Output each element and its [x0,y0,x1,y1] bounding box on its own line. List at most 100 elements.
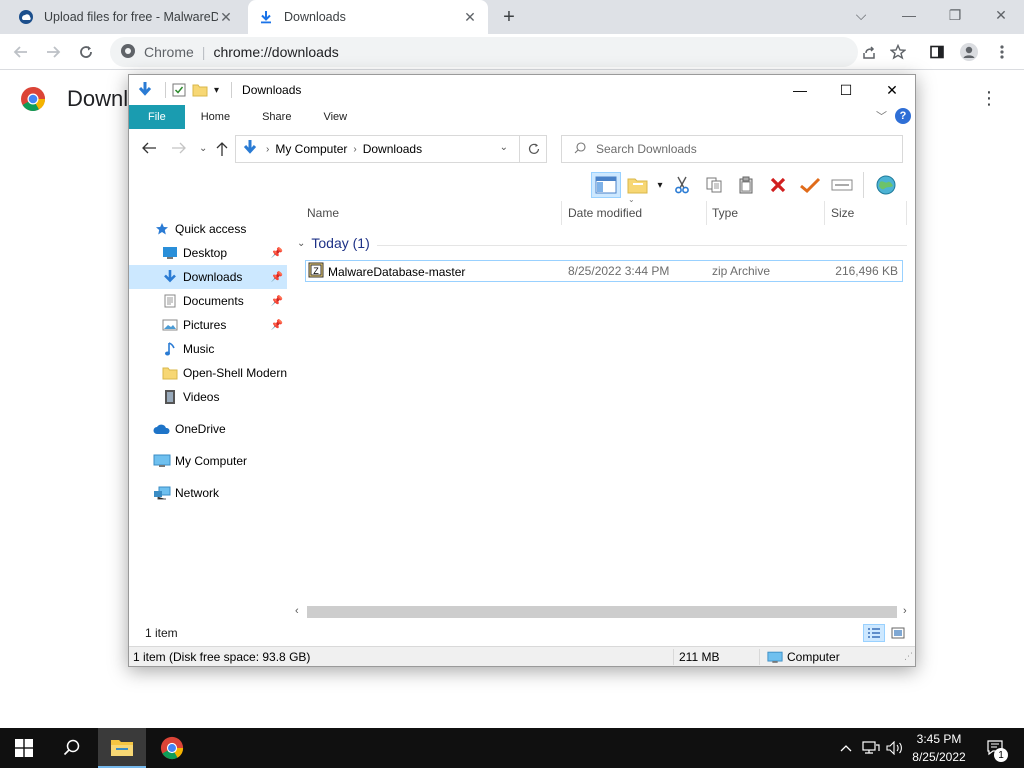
notification-center-button[interactable]: 1 [980,728,1012,768]
side-panel-button[interactable] [924,39,950,65]
nav-item-network[interactable]: Network [129,481,287,505]
bookmark-button[interactable] [885,39,911,65]
tab-view[interactable]: View [307,105,363,129]
column-header-date[interactable]: Date modified ⌄ [564,195,707,225]
network-status-icon[interactable] [860,728,882,768]
pin-icon[interactable]: 📌 [271,272,283,283]
search-input[interactable]: Search Downloads [561,135,903,163]
close-tab-icon[interactable]: ✕ [218,9,234,25]
close-window-button[interactable]: ✕ [869,75,915,105]
close-window-button[interactable]: ✕ [978,0,1024,30]
globe-icon[interactable] [871,172,901,198]
picture-icon [161,317,179,333]
rename-icon[interactable] [827,172,857,198]
profile-button[interactable] [956,39,982,65]
new-folder-icon[interactable] [192,83,208,97]
address-dropdown-icon[interactable]: ⌄ [500,142,508,153]
browser-tab-malwaredatabase[interactable]: Upload files for free - MalwareDa ✕ [8,0,244,34]
tab-home[interactable]: Home [185,105,246,129]
scrollbar-thumb[interactable] [307,606,897,618]
download-folder-icon[interactable] [137,81,153,99]
tab-search-icon[interactable]: ⌵ [838,0,884,30]
start-button[interactable] [0,728,48,768]
nav-item-music[interactable]: Music [129,337,287,361]
search-button[interactable] [48,728,96,768]
minimize-button[interactable]: — [777,75,823,105]
minimize-button[interactable]: — [886,0,932,30]
nav-label: Pictures [183,318,227,332]
forward-button[interactable] [40,39,66,65]
help-icon[interactable]: ? [895,108,911,124]
forward-button[interactable] [171,141,187,158]
share-button[interactable] [856,39,882,65]
up-button[interactable] [215,141,229,160]
customize-dropdown-icon[interactable]: ▾ [214,85,219,96]
page-menu-icon[interactable]: ⋮ [980,88,998,109]
browser-tab-downloads[interactable]: Downloads ✕ [248,0,488,34]
notification-badge: 1 [994,748,1008,762]
properties-icon[interactable] [172,83,186,97]
nav-label: Open-Shell Modern [182,366,287,380]
nav-item-videos[interactable]: Videos [129,385,287,409]
pin-icon[interactable]: 📌 [271,320,283,331]
checkmark-icon[interactable] [795,172,825,198]
taskbar-chrome[interactable] [148,728,196,768]
back-button[interactable] [141,141,157,158]
maximize-button[interactable]: ☐ [823,75,869,105]
nav-item-my-computer[interactable]: My Computer [129,449,287,473]
new-tab-button[interactable]: + [498,6,520,28]
nav-item-desktop[interactable]: Desktop 📌 [129,241,287,265]
breadcrumb-separator-icon[interactable]: › [266,144,269,155]
column-header-type[interactable]: Type [708,201,825,225]
scroll-left-icon[interactable]: ‹ [295,605,299,617]
resize-grip-icon[interactable]: ⋰ [904,651,913,662]
chrome-menu-button[interactable] [989,39,1015,65]
file-row[interactable]: Z MalwareDatabase-master 8/25/2022 3:44 … [305,260,903,282]
volume-icon[interactable] [884,728,906,768]
group-header-today[interactable]: ⌄ Today (1) [297,235,370,251]
refresh-button[interactable] [519,135,547,163]
large-icons-view-icon[interactable] [887,624,909,642]
breadcrumb-downloads[interactable]: Downloads [363,142,422,156]
cut-icon[interactable] [667,172,697,198]
dropdown-icon[interactable]: ▾ [655,172,665,198]
system-clock[interactable]: 3:45 PM 8/25/2022 [908,730,970,766]
nav-item-documents[interactable]: Documents 📌 [129,289,287,313]
nav-item-onedrive[interactable]: OneDrive [129,417,287,441]
paste-icon[interactable] [731,172,761,198]
address-bar[interactable]: › My Computer › Downloads ⌄ [235,135,547,163]
close-tab-icon[interactable]: ✕ [462,9,478,25]
column-header-name[interactable]: Name [303,201,562,225]
back-button[interactable] [8,39,34,65]
restore-button[interactable]: ❐ [932,0,978,30]
delete-icon[interactable] [763,172,793,198]
scroll-right-icon[interactable]: › [903,605,907,617]
arrow-left-icon [142,142,156,154]
nav-item-quick-access[interactable]: Quick access [129,217,287,241]
column-header-size[interactable]: Size [827,201,907,225]
share-icon [863,46,875,59]
horizontal-scrollbar[interactable]: ‹ › [295,605,913,619]
breadcrumb-separator-icon[interactable]: › [353,144,356,155]
reload-button[interactable] [73,39,99,65]
details-view-icon[interactable] [863,624,885,642]
expand-ribbon-icon[interactable]: ﹀ [876,108,887,124]
nav-item-open-shell[interactable]: Open-Shell Modern [129,361,287,385]
breadcrumb-my-computer[interactable]: My Computer [275,142,347,156]
tab-share[interactable]: Share [246,105,307,129]
tab-file[interactable]: File [129,105,185,129]
pin-icon[interactable]: 📌 [271,248,283,259]
taskbar-file-explorer[interactable] [98,728,146,768]
recent-locations-icon[interactable]: ⌄ [199,143,207,154]
pin-icon[interactable]: 📌 [271,296,283,307]
status-bar: 1 item (Disk free space: 93.8 GB) 211 MB… [129,646,915,666]
column-label: Size [831,206,855,220]
navigation-pane-icon[interactable] [591,172,621,198]
collapse-group-icon[interactable]: ⌄ [297,238,305,249]
omnibox[interactable]: Chrome | chrome://downloads [110,37,858,67]
copy-icon[interactable] [699,172,729,198]
nav-item-downloads[interactable]: Downloads 📌 [129,265,287,289]
column-label: Type [712,206,739,220]
show-hidden-icons-icon[interactable] [836,728,856,768]
nav-item-pictures[interactable]: Pictures 📌 [129,313,287,337]
